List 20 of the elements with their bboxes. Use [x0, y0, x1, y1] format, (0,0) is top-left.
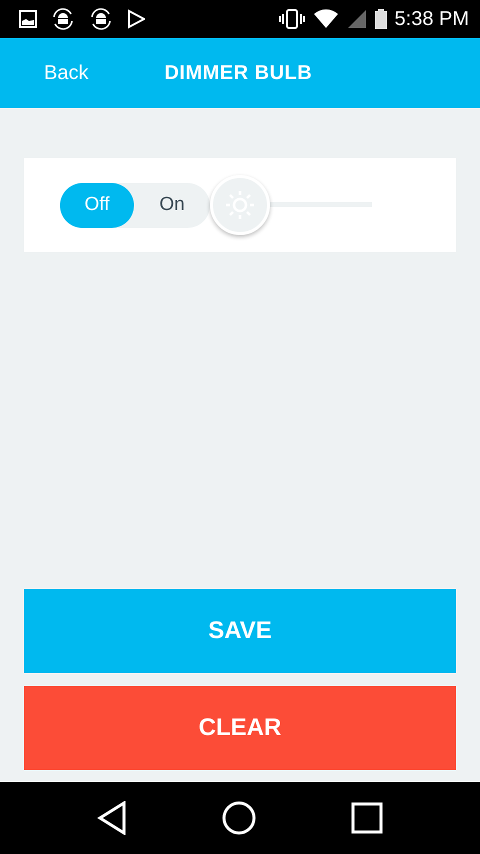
- status-time: 5:38 PM: [394, 8, 469, 30]
- battery-icon: [374, 9, 387, 29]
- play-store-icon: [127, 9, 145, 29]
- signal-icon: [346, 9, 367, 29]
- home-nav-icon[interactable]: [222, 801, 256, 835]
- slider-thumb[interactable]: [210, 175, 270, 235]
- toggle-option[interactable]: Off: [60, 182, 134, 228]
- toggle-option[interactable]: On: [134, 182, 210, 228]
- vibrate-icon: [278, 9, 305, 29]
- android-sync-icon: [51, 8, 75, 30]
- recents-nav-icon[interactable]: [350, 802, 383, 834]
- android-sync-icon: [89, 8, 113, 30]
- power-toggle[interactable]: Off On: [60, 182, 210, 228]
- clear-button[interactable]: CLEAR: [24, 686, 456, 770]
- back-link[interactable]: Back: [44, 62, 88, 84]
- image-icon: [19, 10, 37, 28]
- back-nav-icon[interactable]: [97, 801, 128, 835]
- page-title: DIMMER BULB: [164, 62, 312, 84]
- wifi-icon: [312, 9, 339, 29]
- save-button[interactable]: SAVE: [24, 589, 456, 673]
